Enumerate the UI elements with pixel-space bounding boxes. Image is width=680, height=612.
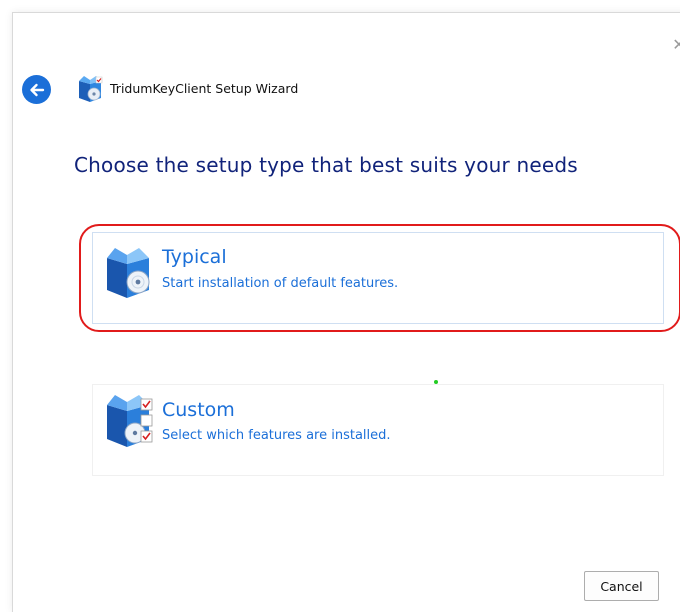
installer-box-disc-icon xyxy=(103,246,153,300)
custom-option-button[interactable]: Custom Select which features are install… xyxy=(92,384,664,476)
custom-option-title: Custom xyxy=(162,399,235,421)
custom-option-description: Select which features are installed. xyxy=(162,428,391,443)
installer-app-icon xyxy=(76,75,104,103)
close-button[interactable]: ✕ xyxy=(669,35,680,55)
page-heading: Choose the setup type that best suits yo… xyxy=(74,153,578,177)
typical-option-title: Typical xyxy=(162,246,227,268)
installer-box-checklist-icon xyxy=(103,393,153,447)
cancel-button[interactable]: Cancel xyxy=(584,571,659,601)
setup-wizard-window: ✕ TridumKeyClient Setup Wizard Choose th… xyxy=(12,12,680,612)
back-button[interactable] xyxy=(22,75,51,104)
typical-option-button[interactable]: Typical Start installation of default fe… xyxy=(92,232,664,324)
close-icon: ✕ xyxy=(672,35,680,54)
window-title: TridumKeyClient Setup Wizard xyxy=(110,81,299,96)
typical-option-description: Start installation of default features. xyxy=(162,276,399,291)
arrow-left-icon xyxy=(29,83,44,96)
